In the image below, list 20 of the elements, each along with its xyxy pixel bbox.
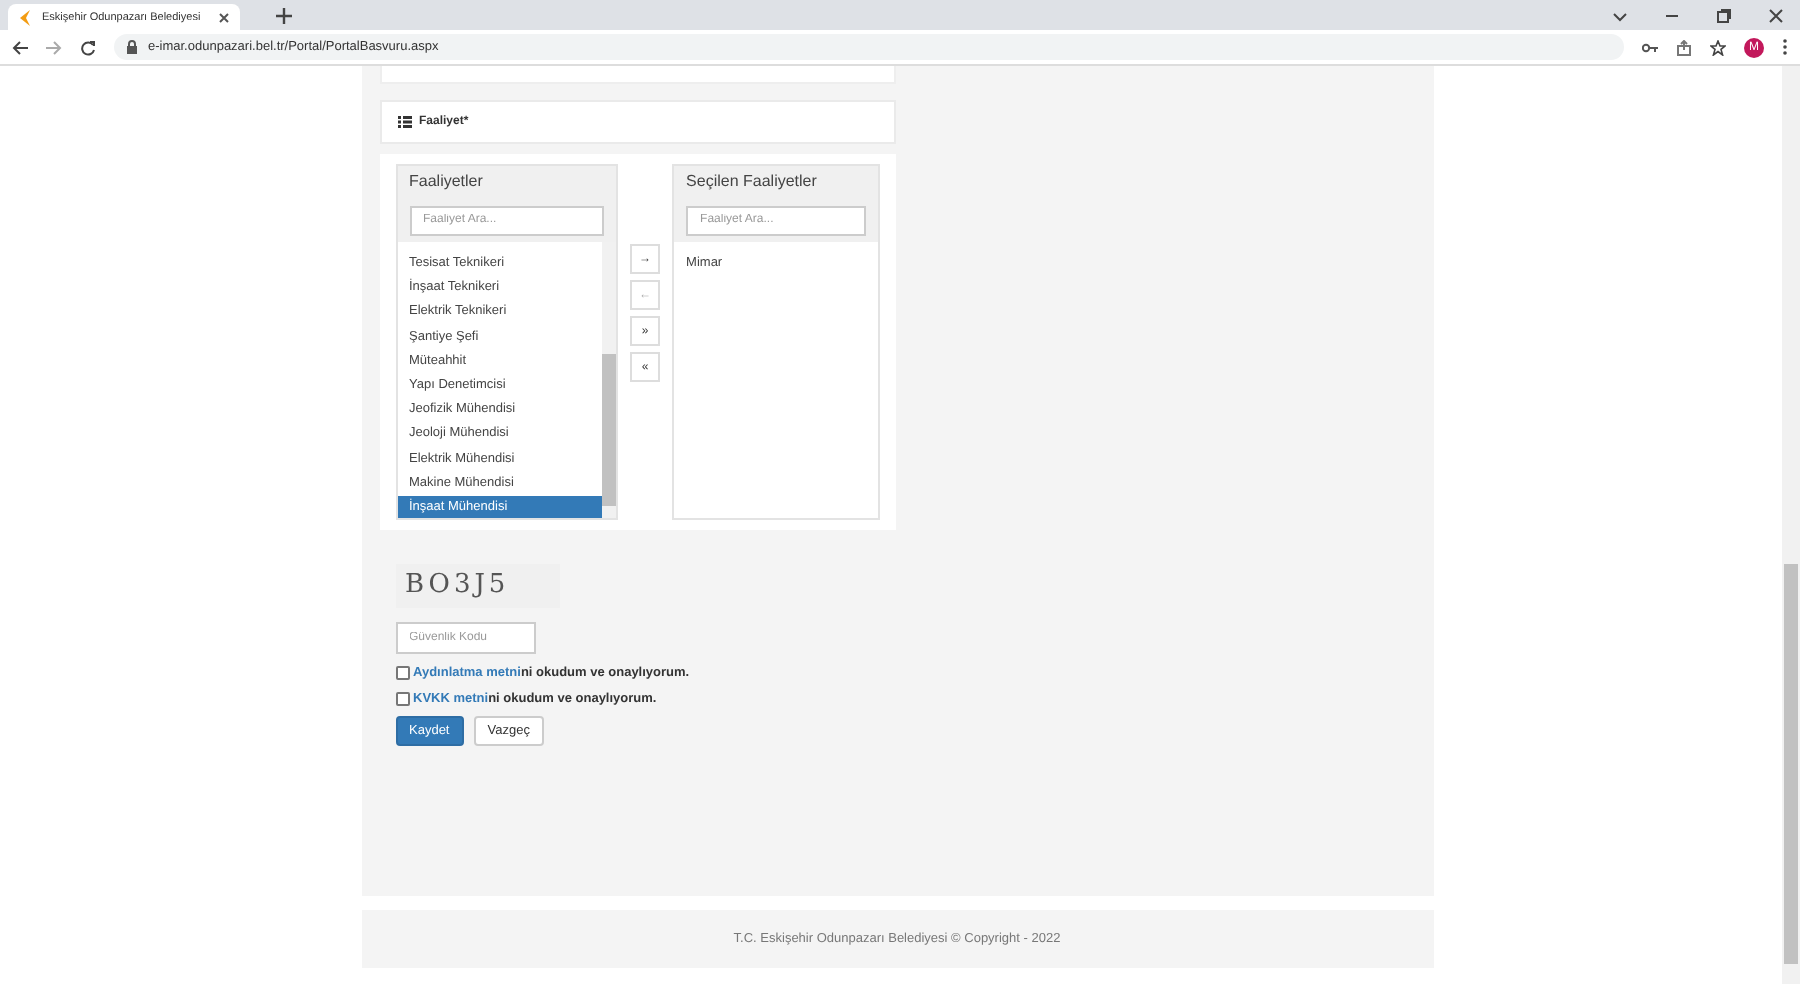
scrollbar[interactable]: [1782, 66, 1800, 984]
scrollbar[interactable]: [602, 242, 617, 518]
checkbox[interactable]: [395, 691, 409, 705]
checkbox[interactable]: [395, 665, 409, 679]
close-icon[interactable]: [218, 11, 230, 23]
list-icon: [397, 116, 411, 128]
list-title: Seçilen Faaliyetler: [686, 172, 819, 190]
captcha-image: BO3J5: [395, 564, 559, 608]
lock-icon[interactable]: [126, 40, 138, 54]
close-icon[interactable]: [1768, 7, 1784, 23]
more-icon[interactable]: [1782, 38, 1788, 56]
list-title: Faaliyetler: [409, 172, 485, 190]
share-icon[interactable]: [1676, 39, 1692, 55]
new-tab-icon[interactable]: [276, 7, 292, 23]
restore-icon[interactable]: [1716, 7, 1732, 23]
star-icon[interactable]: [1710, 39, 1726, 55]
chevron-down-icon[interactable]: [1612, 7, 1628, 23]
back-icon[interactable]: [12, 39, 28, 55]
reload-icon[interactable]: [80, 39, 96, 55]
key-icon[interactable]: [1642, 39, 1658, 55]
